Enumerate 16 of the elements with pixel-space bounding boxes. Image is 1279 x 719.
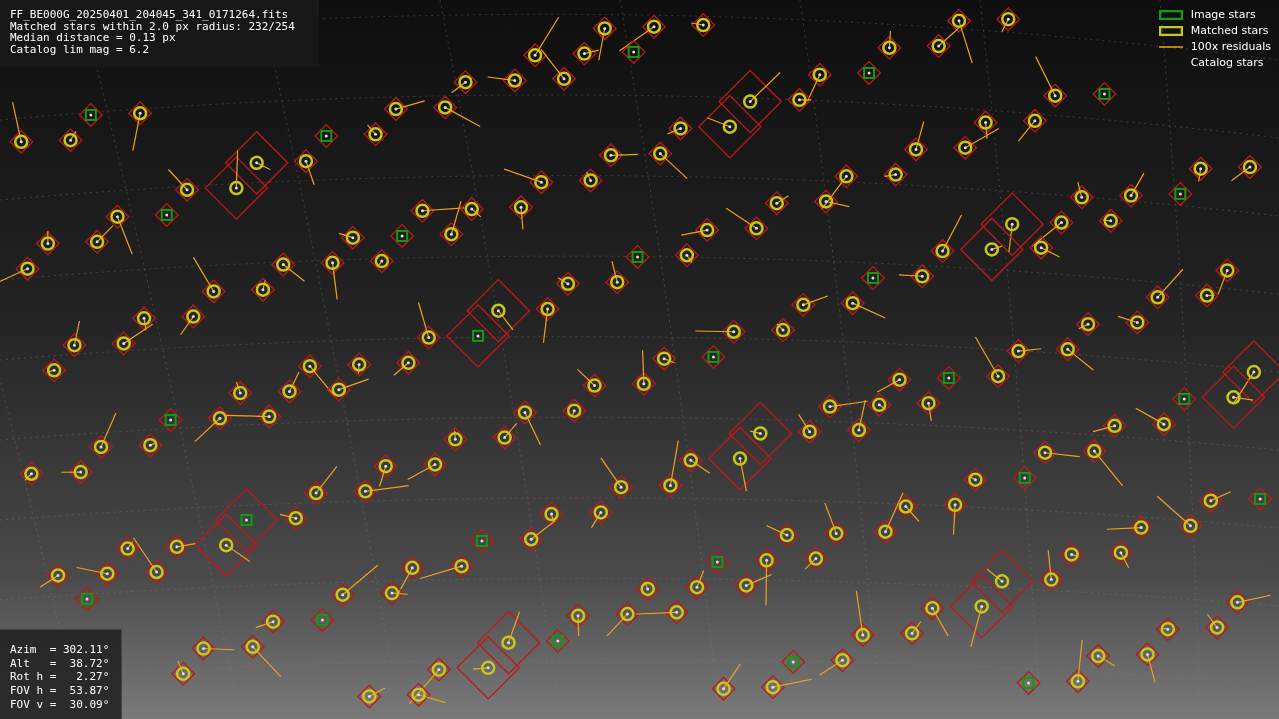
legend-label: 100x residuals bbox=[1190, 40, 1271, 53]
info-text: FF_BE000G_20250401_204045_341_0171264.fits bbox=[10, 9, 290, 21]
legend-label: Image stars bbox=[1190, 8, 1256, 21]
pointing-text: Azim = 302.11° bbox=[10, 643, 111, 657]
image-star-marker-icon bbox=[1158, 9, 1183, 20]
pointing-text: FOV h = 53.87° bbox=[10, 684, 111, 698]
line-icon bbox=[1158, 44, 1183, 49]
info-text: Median distance = 0.13 px bbox=[10, 32, 176, 44]
pointing-text: FOV v = 30.09° bbox=[10, 697, 111, 712]
info-text: Catalog lim mag = 6.2 bbox=[10, 43, 151, 55]
info-text: Matched stars within 2.0 px radius: 232/254 bbox=[10, 20, 296, 32]
matched-star-marker-icon bbox=[1158, 25, 1183, 36]
pointing-text: Alt = 38.72° bbox=[10, 656, 111, 671]
legend-label: Catalog stars bbox=[1190, 56, 1264, 69]
legend-label: Matched stars bbox=[1190, 24, 1269, 37]
pointing-text: Rot h = 2.27° bbox=[10, 670, 111, 685]
